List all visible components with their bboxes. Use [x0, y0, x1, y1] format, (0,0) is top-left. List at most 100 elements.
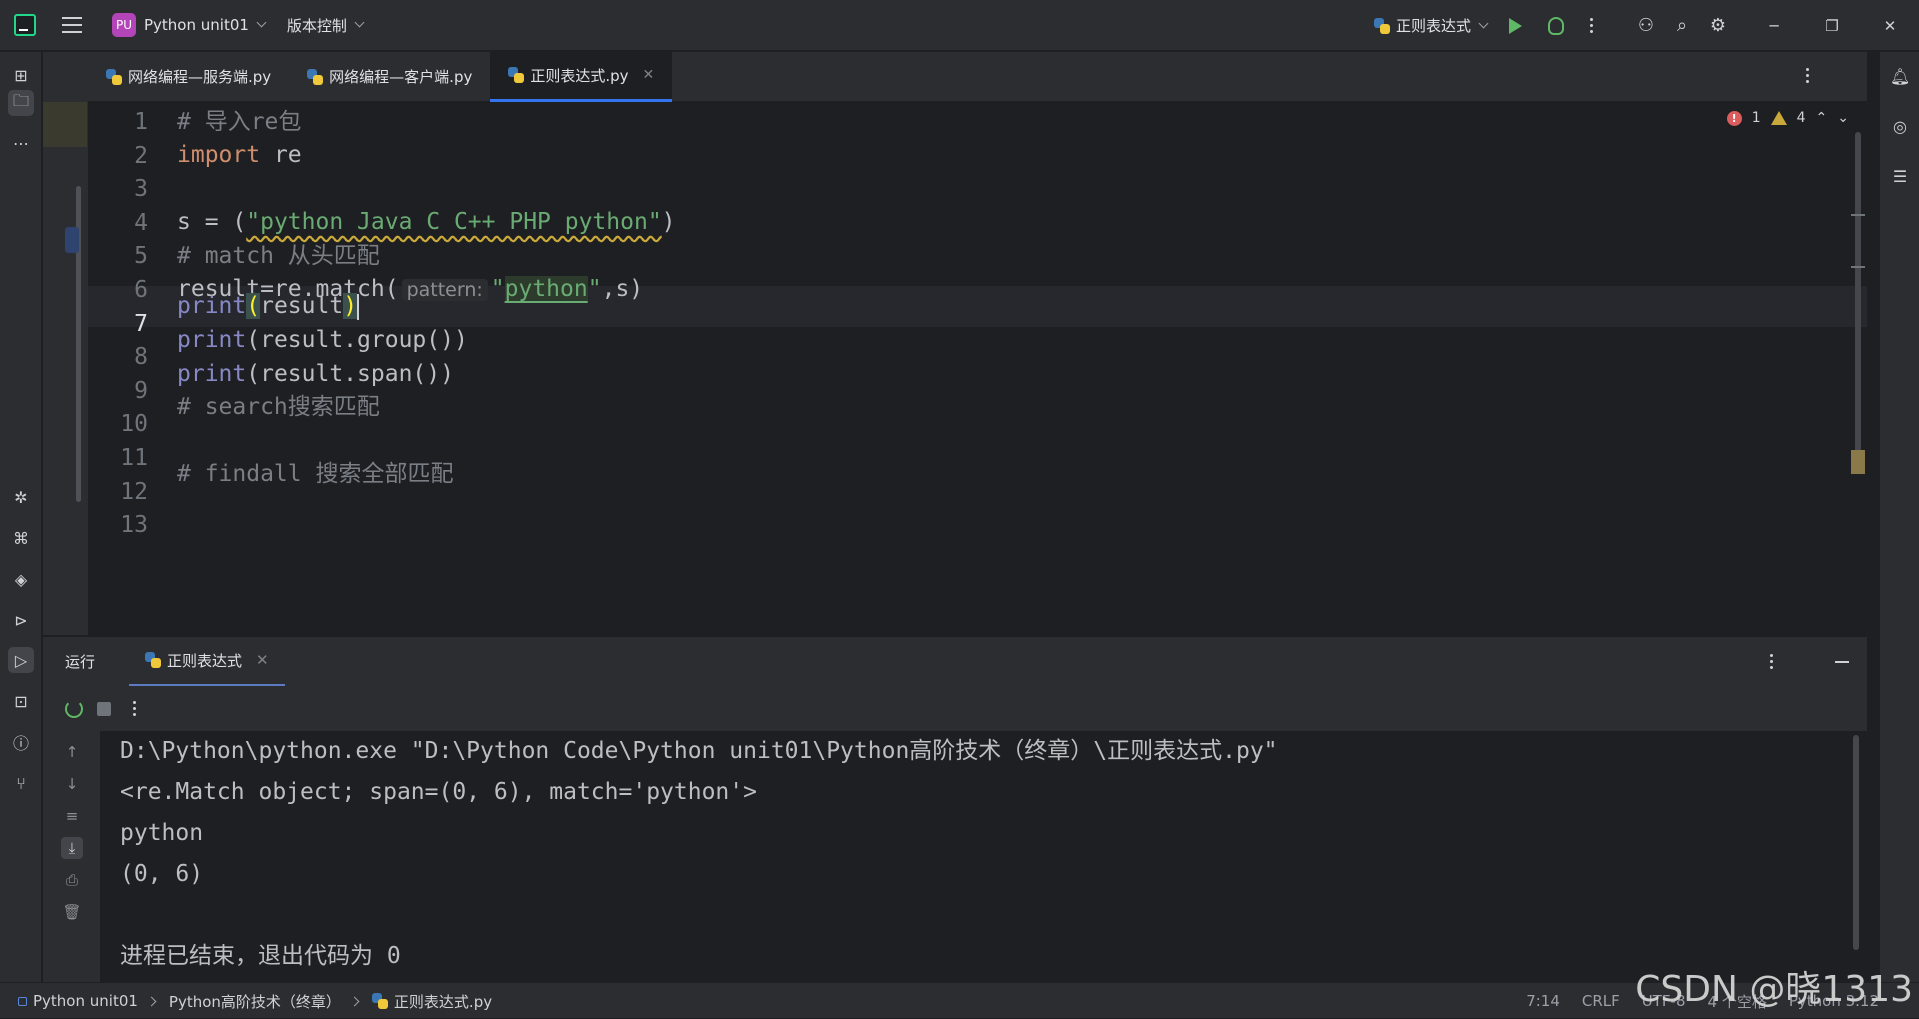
- text-caret: [357, 293, 360, 320]
- breadcrumb: Python unit01 Python高阶技术（终章） 正则表达式.py: [18, 983, 492, 1019]
- python-icon: [371, 993, 388, 1009]
- inspection-widget[interactable]: ! 1 4 ⌃ ⌄: [1726, 110, 1849, 126]
- clear-console-icon[interactable]: 🗑︎: [61, 901, 83, 923]
- editor-scrollbar[interactable]: [1849, 102, 1867, 635]
- settings-icon[interactable]: ⚙: [1709, 15, 1727, 36]
- selected-project-item: [65, 227, 79, 253]
- tab-label: 网络编程—客户端.py: [329, 68, 473, 86]
- run-tool-icon[interactable]: ▷: [8, 647, 34, 673]
- python-icon: [1373, 17, 1390, 34]
- builtin-function: print: [177, 327, 247, 353]
- editor-tabs: 网络编程—服务端.py 网络编程—客户端.py 正则表达式.py ✕: [88, 51, 1867, 102]
- run-icon[interactable]: [1509, 17, 1522, 34]
- run-tab[interactable]: 正则表达式 ✕: [129, 637, 285, 687]
- run-console[interactable]: D:\Python\python.exe "D:\Python Code\Pyt…: [100, 731, 1867, 982]
- close-run-tab-icon[interactable]: ✕: [256, 651, 269, 669]
- chevron-right-icon: [349, 996, 360, 1006]
- caret-position[interactable]: 7:14: [1526, 992, 1560, 1010]
- vcs-menu[interactable]: 版本控制: [287, 15, 365, 36]
- scroll-down-icon[interactable]: ↓: [61, 773, 83, 795]
- title-bar: PU Python unit01 版本控制 正则表达式 ⚇ ⌕ ⚙ ─ ❐ ✕: [0, 0, 1919, 51]
- services-icon[interactable]: ⊳: [8, 607, 34, 633]
- print-icon[interactable]: ⎙: [61, 869, 83, 891]
- breadcrumb-folder[interactable]: Python高阶技术（终章）: [169, 991, 341, 1012]
- code-text: (result.span()): [246, 361, 454, 387]
- keyword: import: [177, 142, 261, 168]
- project-folder-icon[interactable]: 🗀: [8, 90, 34, 116]
- module-icon: [18, 996, 27, 1006]
- project-badge: PU: [112, 13, 136, 37]
- interpreter[interactable]: Python 3.12: [1789, 992, 1879, 1010]
- debug-tool-icon[interactable]: ✲: [8, 484, 34, 510]
- comment: # search搜索匹配: [177, 394, 380, 420]
- scroll-up-icon[interactable]: ↑: [61, 741, 83, 763]
- run-panel-header: 运行 正则表达式 ✕: [43, 636, 1867, 687]
- close-tab-icon[interactable]: ✕: [643, 67, 655, 83]
- hide-panel-icon[interactable]: [1835, 661, 1849, 663]
- notifications-icon[interactable]: 🔔︎: [1888, 64, 1912, 88]
- ai-assistant-icon[interactable]: ◎: [1888, 114, 1912, 138]
- tab-client[interactable]: 网络编程—客户端.py: [289, 52, 490, 102]
- breadcrumb-file[interactable]: 正则表达式.py: [394, 991, 492, 1012]
- stop-icon[interactable]: [97, 701, 111, 716]
- minimize-button[interactable]: ─: [1745, 0, 1803, 51]
- run-config-selector[interactable]: 正则表达式: [1373, 15, 1489, 36]
- scroll-marker: [1851, 266, 1865, 268]
- more-actions-icon[interactable]: [1590, 18, 1593, 33]
- console-line: 进程已结束，退出代码为 0: [120, 943, 401, 969]
- run-options-icon[interactable]: [1770, 654, 1773, 669]
- code-text: re: [260, 142, 302, 168]
- string-literal: python: [504, 276, 588, 302]
- debug-icon[interactable]: [1548, 16, 1564, 35]
- console-scrollbar[interactable]: [1853, 735, 1859, 950]
- python-console-icon[interactable]: ⌘: [8, 525, 34, 551]
- next-highlight-icon[interactable]: ⌄: [1837, 110, 1849, 126]
- add-user-icon[interactable]: ⚇: [1637, 15, 1655, 36]
- tab-regex[interactable]: 正则表达式.py ✕: [490, 51, 673, 102]
- scroll-to-end-icon[interactable]: ⤓: [61, 837, 83, 859]
- git-icon[interactable]: ⑂: [8, 770, 34, 796]
- layers-icon[interactable]: ◈: [8, 566, 34, 592]
- tab-options-icon[interactable]: [1806, 68, 1809, 83]
- more-tools-icon[interactable]: ⋯: [8, 130, 34, 156]
- hamburger-icon[interactable]: [62, 17, 82, 33]
- line-separator[interactable]: CRLF: [1582, 992, 1620, 1010]
- restore-button[interactable]: ❐: [1803, 0, 1861, 51]
- tab-server[interactable]: 网络编程—服务端.py: [88, 52, 289, 102]
- code-text: (result.group()): [246, 327, 468, 353]
- python-icon: [106, 68, 122, 85]
- left-toolbar: ⊞ 🗀 ⋯ ✲ ⌘ ◈ ⊳ ▷ ⊡ ⓘ ⑂: [0, 52, 42, 982]
- project-name: Python unit01: [144, 16, 249, 34]
- right-toolbar: 🔔︎ ◎ ☰: [1879, 52, 1919, 982]
- close-window-button[interactable]: ✕: [1861, 0, 1919, 51]
- breadcrumb-project[interactable]: Python unit01: [33, 992, 138, 1010]
- string-literal: "python Java C C++ PHP python": [246, 209, 662, 235]
- console-line: D:\Python\python.exe "D:\Python Code\Pyt…: [120, 738, 1278, 764]
- pycharm-logo-icon: [14, 14, 36, 36]
- structure-icon[interactable]: ⊞: [8, 62, 34, 88]
- code-editor[interactable]: 1 2 3 4 5 6 7 8 9 10 11 12 13 # 导入re包 import re s = …: [88, 102, 1867, 635]
- string-quote: ": [587, 276, 602, 302]
- database-icon[interactable]: ☰: [1888, 164, 1912, 188]
- search-icon[interactable]: ⌕: [1673, 15, 1691, 36]
- line-gutter: 1 2 3 4 5 6 7 8 9 10 11 12 13: [88, 102, 148, 635]
- code-text: s = (: [177, 209, 247, 235]
- run-more-icon[interactable]: [133, 701, 136, 716]
- terminal-icon[interactable]: ⊡: [8, 688, 34, 714]
- indent-setting[interactable]: 4 个空格: [1708, 991, 1767, 1012]
- scroll-thumb[interactable]: [1855, 132, 1861, 452]
- panel-highlight: [43, 102, 87, 147]
- soft-wrap-icon[interactable]: ≡: [61, 805, 83, 827]
- prev-highlight-icon[interactable]: ⌃: [1816, 110, 1828, 126]
- project-panel-strip: [43, 52, 88, 635]
- error-count: 1: [1751, 110, 1761, 126]
- run-panel-title: 运行: [65, 653, 96, 671]
- comment: # findall 搜索全部匹配: [177, 461, 454, 487]
- project-selector[interactable]: PU Python unit01: [112, 13, 267, 37]
- chevron-down-icon: [1478, 18, 1489, 28]
- file-encoding[interactable]: UTF-8: [1642, 992, 1686, 1010]
- builtin-function: print: [177, 293, 247, 319]
- problems-icon[interactable]: ⓘ: [8, 729, 34, 755]
- rerun-icon[interactable]: [65, 699, 83, 718]
- code-text: ,s): [601, 276, 644, 302]
